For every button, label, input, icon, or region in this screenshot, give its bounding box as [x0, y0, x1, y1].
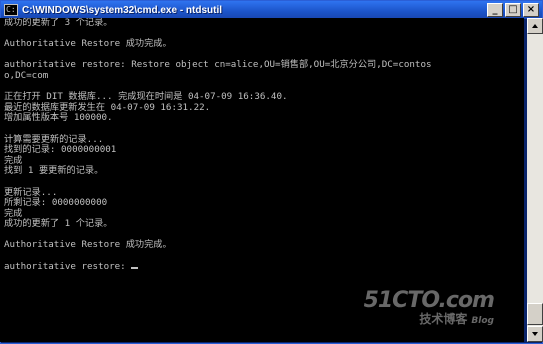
console-output[interactable]: 成功的更新了 3 个记录。 Authoritative Restore 成功完成…	[0, 18, 524, 342]
console-line: authoritative restore: Restore object cn…	[4, 59, 432, 71]
prompt-line[interactable]: authoritative restore:	[4, 260, 432, 273]
watermark-subtitle: 技术博客	[419, 312, 468, 326]
window-controls: _ □ ×	[487, 3, 539, 17]
console-line: 成功的更新了 1 个记录。	[4, 218, 113, 230]
console-line: 成功的更新了 3 个记录。	[4, 18, 113, 28]
console-line: o,DC=com	[4, 69, 49, 81]
arrow-down-icon	[532, 332, 538, 336]
console-line: 所剩记录: 0000000000	[4, 197, 108, 209]
title-bar[interactable]: C: C:\WINDOWS\system32\cmd.exe - ntdsuti…	[1, 1, 542, 19]
scroll-thumb[interactable]	[527, 303, 543, 325]
close-button[interactable]: ×	[523, 3, 539, 17]
window-title: C:\WINDOWS\system32\cmd.exe - ntdsutil	[22, 4, 223, 16]
prompt-text: authoritative restore:	[4, 260, 132, 272]
maximize-button[interactable]: □	[505, 3, 521, 17]
console-line: Authoritative Restore 成功完成。	[4, 38, 172, 50]
console-lines: 成功的更新了 3 个记录。 Authoritative Restore 成功完成…	[4, 18, 432, 272]
scroll-up-button[interactable]	[527, 18, 543, 34]
console-line: Authoritative Restore 成功完成。	[4, 239, 172, 251]
console-line: 增加属性版本号 100000.	[4, 112, 113, 124]
console-line: 找到 1 要更新的记录。	[4, 165, 104, 177]
minimize-button[interactable]: _	[487, 3, 503, 17]
watermark-logo: 51CTO.com	[363, 288, 495, 313]
vertical-scrollbar[interactable]	[527, 18, 543, 342]
console-icon[interactable]: C:	[4, 4, 18, 16]
site-watermark: 51CTO.com 技术博客 Blog	[363, 288, 495, 328]
watermark-blog: Blog	[471, 316, 494, 326]
console-line: 找到的记录: 0000000001	[4, 144, 117, 156]
scroll-down-button[interactable]	[527, 326, 543, 342]
arrow-up-icon	[532, 24, 538, 28]
text-cursor	[131, 266, 139, 269]
